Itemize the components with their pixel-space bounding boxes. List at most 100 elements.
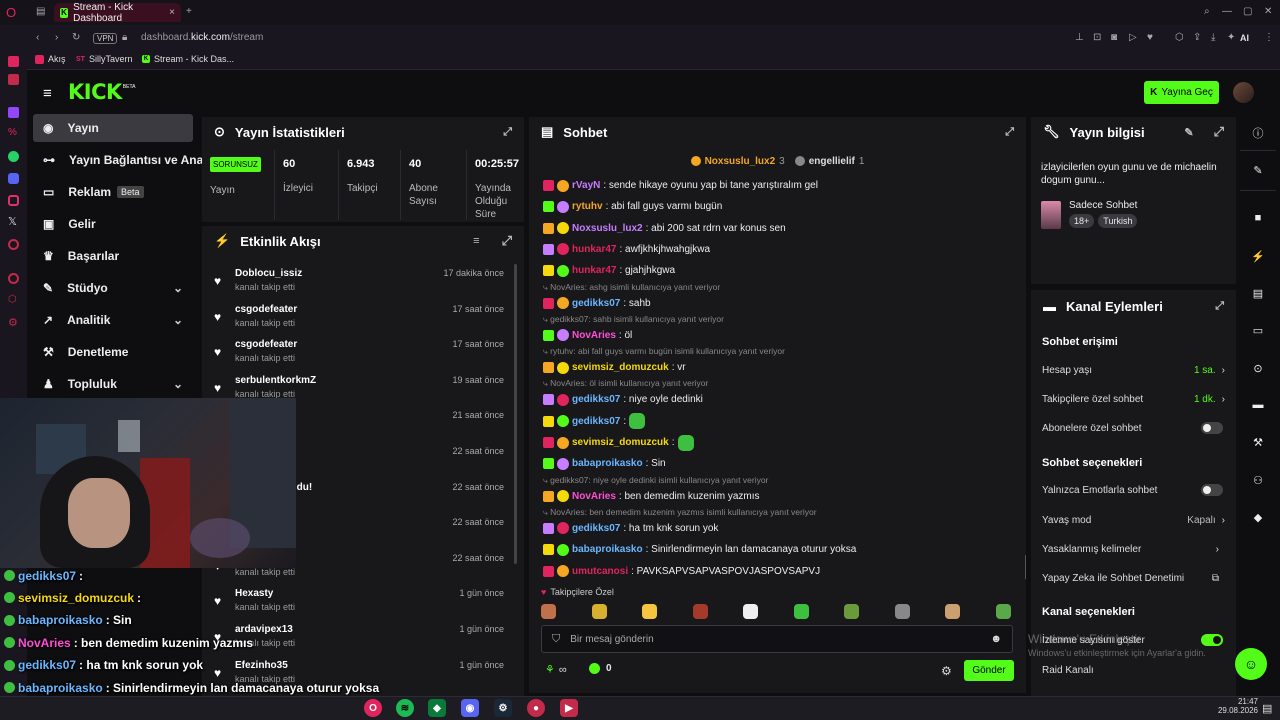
lock-icon[interactable]: 🔒︎	[122, 32, 127, 43]
list-icon[interactable]: ▤	[1245, 280, 1271, 306]
emote-icon[interactable]	[894, 603, 910, 619]
event-username[interactable]: csgodefeater	[235, 339, 297, 350]
opera-taskbar-icon[interactable]: O	[364, 699, 382, 717]
viewer-count-toggle[interactable]	[1201, 634, 1223, 646]
chat-username[interactable]: babaproikasko	[572, 544, 643, 555]
chat-username[interactable]: hunkar47	[572, 265, 616, 276]
steam-icon[interactable]: ⚙	[494, 699, 512, 717]
sidebar-item-basarilar[interactable]: ♛ Başarılar	[33, 242, 193, 270]
bolt-icon[interactable]: ⚡	[1245, 243, 1271, 269]
pin-icon[interactable]: ⊥	[1075, 32, 1084, 43]
viewer-link-icon[interactable]: ⚘ ∞	[545, 663, 567, 677]
url-field[interactable]: dashboard.kick.com/stream	[141, 32, 263, 43]
event-username[interactable]: Hexasty	[235, 588, 273, 599]
emote-icon[interactable]	[844, 603, 860, 619]
snapshot-icon[interactable]: ⊡	[1093, 32, 1101, 43]
discord-icon[interactable]: ◉	[461, 699, 479, 717]
reply-context[interactable]: ⤷ NovAries: ben demedim kuzenim yazmıs i…	[543, 507, 817, 518]
ext-icon-3[interactable]: %	[8, 127, 17, 138]
x-icon[interactable]: 𝕏	[8, 215, 17, 228]
emoji-icon[interactable]: ☻	[990, 633, 1002, 645]
app-icon[interactable]: ◆	[428, 699, 446, 717]
emote-icon[interactable]	[743, 603, 759, 619]
close-tab-icon[interactable]: ×	[169, 7, 175, 18]
recorder-icon[interactable]: ▶	[560, 699, 578, 717]
card-icon[interactable]: ▬	[1245, 392, 1271, 418]
camera-icon[interactable]: ■	[1245, 205, 1271, 231]
ext-icon-5[interactable]: ⬡	[8, 294, 17, 305]
play-icon[interactable]: ▷	[1129, 32, 1137, 43]
reload-icon[interactable]: ↻	[72, 32, 80, 43]
emote-icon[interactable]	[642, 603, 658, 619]
back-icon[interactable]: ‹	[36, 32, 39, 43]
filter-icon[interactable]: ≡	[473, 235, 479, 247]
wrench-icon[interactable]: ⚒	[1245, 429, 1271, 455]
emote-icon[interactable]	[945, 603, 961, 619]
emote-icon[interactable]	[995, 603, 1011, 619]
chat-scrollbar[interactable]	[1025, 555, 1026, 579]
record-icon[interactable]: ⊙	[1245, 355, 1271, 381]
whatsapp-icon[interactable]	[8, 151, 19, 162]
followers-chat-setting[interactable]: Takipçilere özel sohbet 1 dk. ›	[1042, 385, 1225, 413]
sidebar-item-topluluk[interactable]: ♟ Topluluk ⌄	[33, 370, 193, 398]
sidebar-item-yayin[interactable]: ◉ Yayın	[33, 114, 193, 142]
emote-icon[interactable]	[591, 603, 607, 619]
tab-kick-dashboard[interactable]: K Stream - Kick Dashboard ×	[54, 2, 181, 24]
bookmark-sillytavern[interactable]: ST SillyTavern	[76, 54, 132, 64]
reply-context[interactable]: ⤷ NovAries: ashg isimli kullanıcıya yanı…	[543, 282, 720, 293]
chat-username[interactable]: umutcanosi	[572, 566, 628, 577]
chat-username[interactable]: gedikks07	[572, 394, 620, 405]
forward-icon[interactable]: ›	[55, 32, 58, 43]
taskbar-clock[interactable]: 21:47 29.08.2026	[1208, 697, 1258, 715]
chat-username[interactable]: gedikks07	[572, 298, 620, 309]
account-age-setting[interactable]: Hesap yaşı 1 sa. ›	[1042, 356, 1225, 384]
notification-icon[interactable]: ▤	[1262, 702, 1272, 715]
info-icon[interactable]: ⓘ	[1245, 120, 1271, 146]
instagram-icon[interactable]	[8, 195, 19, 206]
chat-username[interactable]: hunkar47	[572, 244, 616, 255]
ext-icon-4[interactable]	[8, 239, 19, 250]
chat-username[interactable]: rytuhv	[572, 201, 603, 212]
expand-icon[interactable]: ⤢	[1215, 300, 1224, 313]
slow-mode-setting[interactable]: Yavaş mod Kapalı ›	[1042, 506, 1225, 534]
category-thumbnail[interactable]	[1041, 201, 1061, 229]
edit-icon[interactable]: ✎	[1184, 126, 1193, 139]
settings-icon[interactable]: ⚙	[8, 316, 18, 329]
emote-icon[interactable]	[793, 603, 809, 619]
chat-username[interactable]: sevimsiz_domuzcuk	[572, 362, 669, 373]
sidebar-item-analitik[interactable]: ↗ Analitik ⌄	[33, 306, 193, 334]
bookmark-akis[interactable]: Akış	[35, 54, 66, 64]
minimize-icon[interactable]: —	[1222, 6, 1232, 17]
kick-logo[interactable]: KICK BETA	[68, 80, 135, 104]
chat-username[interactable]: gedikks07	[572, 416, 620, 427]
help-chat-button[interactable]: ☺	[1235, 648, 1267, 680]
chat-username[interactable]: NovAries	[572, 330, 616, 341]
chat-username[interactable]: NovAries	[572, 491, 616, 502]
heart-icon[interactable]: ♥	[1147, 32, 1153, 43]
twitch-icon[interactable]	[8, 107, 19, 118]
sidebar-item-reklam[interactable]: ▭ Reklam Beta	[33, 178, 193, 206]
camera-icon[interactable]: ◙	[1111, 32, 1117, 43]
chat-icon[interactable]: ▭	[1245, 317, 1271, 343]
category-name[interactable]: Sadece Sohbet	[1069, 200, 1137, 211]
expand-icon[interactable]: ⤢	[1214, 124, 1224, 140]
emote-icon[interactable]	[541, 603, 556, 619]
ai-button[interactable]: AI	[1240, 33, 1249, 43]
reply-context[interactable]: ⤷ gedikks07: sahb isimli kullanıcıya yan…	[543, 314, 724, 325]
chat-username[interactable]: sevimsiz_domuzcuk	[572, 437, 669, 448]
browser-menu-icon[interactable]: ⋮	[1264, 32, 1274, 43]
extensions-icon[interactable]: ⬡	[1175, 32, 1184, 43]
emote-only-toggle[interactable]	[1201, 484, 1223, 496]
tag[interactable]: 18+	[1069, 214, 1095, 228]
expand-icon[interactable]: ⤢	[503, 126, 512, 139]
opera-logo-icon[interactable]: O	[6, 5, 16, 20]
sidebar-item-gelir[interactable]: ▣ Gelir	[33, 210, 193, 238]
event-username[interactable]: Efezinho35	[235, 660, 288, 671]
reply-context[interactable]: ⤷ gedikks07: niye oyle dedinki isimli ku…	[543, 475, 768, 486]
sidebar-item-stream-key[interactable]: ⊶Yayın Bağlantısı ve Anahtarı	[33, 146, 203, 174]
chat-username[interactable]: rVayN	[572, 180, 600, 191]
gift-icon[interactable]: ✦	[1227, 32, 1235, 43]
tag[interactable]: Turkish	[1098, 214, 1138, 228]
expand-icon[interactable]: ⤢	[502, 233, 512, 249]
search-icon[interactable]: ⌕	[1204, 6, 1210, 17]
